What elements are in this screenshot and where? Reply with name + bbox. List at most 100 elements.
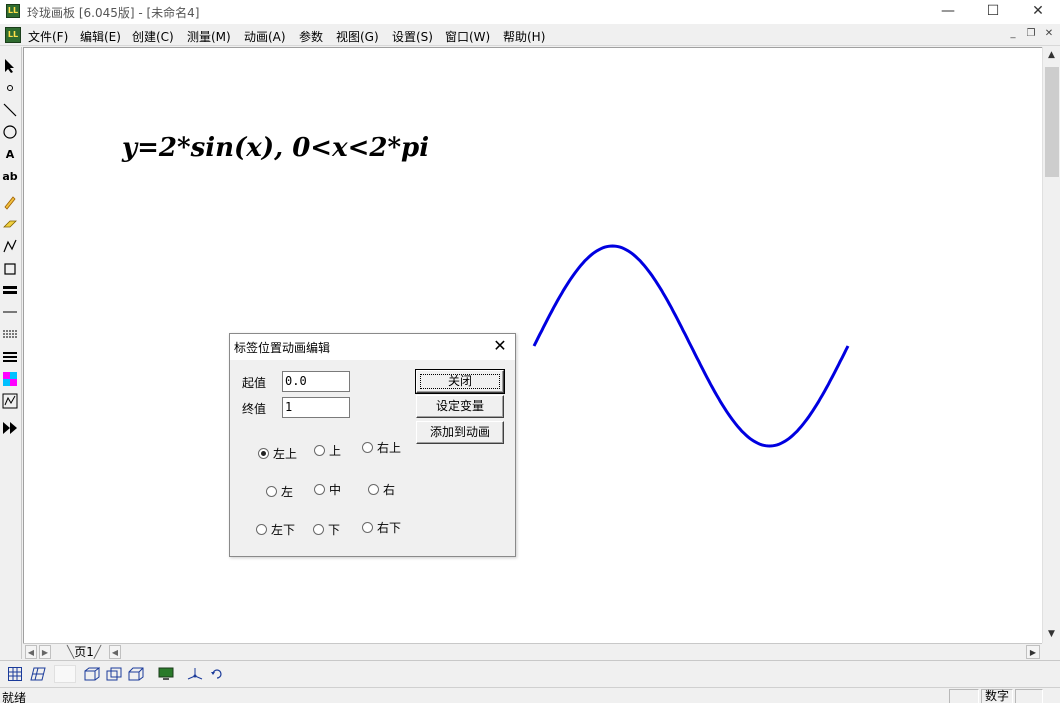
status-cell-blank xyxy=(949,689,979,703)
pencil-tool-icon[interactable] xyxy=(1,193,19,211)
left-toolbar: A ab xyxy=(0,47,22,659)
color-palette-icon[interactable] xyxy=(1,370,19,388)
grid-icon[interactable] xyxy=(6,665,24,683)
sine-curve-plot xyxy=(532,244,850,448)
menu-view[interactable]: 视图(G) xyxy=(336,28,379,45)
graph-tool-icon[interactable] xyxy=(1,392,19,410)
menu-bar: LL 文件(F) 编辑(E) 创建(C) 测量(M) 动画(A) 参数 视图(G… xyxy=(0,24,1060,46)
thick-line-icon[interactable] xyxy=(1,281,19,299)
start-value-input[interactable]: 0.0 xyxy=(282,371,350,392)
menu-settings[interactable]: 设置(S) xyxy=(392,28,433,45)
horizontal-scroll-track[interactable] xyxy=(125,645,1025,659)
radio-top-left[interactable]: 左上 xyxy=(258,445,297,462)
radio-dot xyxy=(313,524,324,535)
menu-window[interactable]: 窗口(W) xyxy=(445,28,490,45)
radio-label: 右上 xyxy=(377,441,402,455)
point-tool-icon[interactable] xyxy=(1,79,19,97)
mdi-close-button[interactable]: ✕ xyxy=(1042,28,1056,41)
radio-top[interactable]: 上 xyxy=(314,442,341,459)
eraser-tool-icon[interactable] xyxy=(1,215,19,233)
cube-front-icon[interactable] xyxy=(83,665,101,683)
status-cell-blank-2 xyxy=(1015,689,1043,703)
close-dialog-button[interactable]: 关闭 xyxy=(415,369,505,394)
page-tab-strip: ◀ ▶ ╲页1╱ ◀ ▶ xyxy=(23,643,1042,660)
bottom-toolbar xyxy=(0,660,1060,687)
text-tool-icon[interactable]: A xyxy=(1,145,19,163)
radio-dot xyxy=(314,445,325,456)
radio-right[interactable]: 右 xyxy=(368,481,395,498)
menu-help[interactable]: 帮助(H) xyxy=(503,28,545,45)
blank-toggle-icon[interactable] xyxy=(54,665,76,683)
mdi-minimize-button[interactable]: _ xyxy=(1006,28,1020,41)
display-icon[interactable] xyxy=(157,665,175,683)
dialog-title: 标签位置动画编辑 xyxy=(234,341,331,355)
app-window: LL 玲珑画板 [6.045版] - [未命名4] — ☐ ✕ LL 文件(F)… xyxy=(0,0,1060,703)
radio-label: 左上 xyxy=(273,447,298,461)
rectangle-tool-icon[interactable] xyxy=(1,260,19,278)
tab-page-1[interactable]: ╲页1╱ xyxy=(63,644,105,660)
add-to-animation-button[interactable]: 添加到动画 xyxy=(416,421,504,444)
line-tool-icon[interactable] xyxy=(1,101,19,119)
title-bar: LL 玲珑画板 [6.045版] - [未命名4] — ☐ ✕ xyxy=(0,0,1060,24)
radio-label: 左 xyxy=(281,485,294,499)
hscroll-right-arrow-icon[interactable]: ▶ xyxy=(1026,645,1040,659)
menu-file[interactable]: 文件(F) xyxy=(28,28,68,45)
radio-dot xyxy=(368,484,379,495)
scroll-up-arrow-icon[interactable]: ▲ xyxy=(1043,47,1060,64)
select-arrow-icon[interactable] xyxy=(1,57,19,75)
radio-dot xyxy=(314,484,325,495)
end-value-input[interactable]: 1 xyxy=(282,397,350,418)
maximize-button[interactable]: ☐ xyxy=(970,0,1016,24)
minimize-button[interactable]: — xyxy=(925,0,971,24)
menu-parameters[interactable]: 参数 xyxy=(299,28,323,45)
radio-label: 中 xyxy=(329,483,342,497)
set-variable-button[interactable]: 设定变量 xyxy=(416,395,504,418)
fast-forward-icon[interactable] xyxy=(1,419,19,437)
vertical-scrollbar[interactable]: ▲ ▼ xyxy=(1042,47,1060,643)
mdi-restore-button[interactable]: ❐ xyxy=(1024,28,1038,41)
hscroll-left-arrow-icon[interactable]: ◀ xyxy=(109,645,121,659)
menu-edit[interactable]: 编辑(E) xyxy=(80,28,121,45)
cube-side-icon[interactable] xyxy=(105,665,123,683)
radio-dot xyxy=(266,486,277,497)
circle-tool-icon[interactable] xyxy=(1,123,19,141)
label-position-animation-dialog: 标签位置动画编辑 ✕ 起值 0.0 终值 1 关闭 设定变量 添加到动画 左上 … xyxy=(229,333,516,557)
window-title: 玲珑画板 [6.045版] - [未命名4] xyxy=(27,6,200,20)
tab-prev-arrow-icon[interactable]: ◀ xyxy=(25,645,37,659)
tab-next-arrow-icon[interactable]: ▶ xyxy=(39,645,51,659)
axes-3d-icon[interactable] xyxy=(186,665,204,683)
thin-line-icon[interactable] xyxy=(1,303,19,321)
radio-bottom-right[interactable]: 右下 xyxy=(362,519,401,536)
polyline-tool-icon[interactable] xyxy=(1,237,19,255)
radio-top-right[interactable]: 右上 xyxy=(362,439,401,456)
radio-center[interactable]: 中 xyxy=(314,481,341,498)
cube-top-icon[interactable] xyxy=(127,665,145,683)
radio-label: 上 xyxy=(329,444,342,458)
dash-line-icon[interactable] xyxy=(1,325,19,343)
dialog-title-bar[interactable]: 标签位置动画编辑 ✕ xyxy=(230,334,515,360)
radio-bottom-left[interactable]: 左下 xyxy=(256,521,295,538)
rotate-icon[interactable] xyxy=(208,665,226,683)
radio-label: 右 xyxy=(383,483,396,497)
num-lock-indicator: 数字 xyxy=(981,689,1013,703)
status-bar: 就绪 数字 xyxy=(0,687,1060,703)
sine-curve[interactable] xyxy=(532,244,850,448)
end-value-label: 终值 xyxy=(242,402,267,416)
document-icon[interactable]: LL xyxy=(5,27,21,43)
line-style-icon[interactable] xyxy=(1,347,19,365)
menu-create[interactable]: 创建(C) xyxy=(132,28,174,45)
page-tab-label: 页1 xyxy=(74,645,94,659)
oblique-grid-icon[interactable] xyxy=(29,665,47,683)
radio-bottom[interactable]: 下 xyxy=(313,521,340,538)
dialog-close-icon[interactable]: ✕ xyxy=(491,337,509,355)
label-tool-icon[interactable]: ab xyxy=(1,167,19,185)
close-button[interactable]: ✕ xyxy=(1015,0,1060,24)
radio-dot xyxy=(362,522,373,533)
menu-measure[interactable]: 测量(M) xyxy=(187,28,231,45)
focus-ring xyxy=(420,374,500,389)
vertical-scroll-thumb[interactable] xyxy=(1045,67,1059,177)
scroll-down-arrow-icon[interactable]: ▼ xyxy=(1043,626,1060,643)
menu-animation[interactable]: 动画(A) xyxy=(244,28,286,45)
radio-left[interactable]: 左 xyxy=(266,483,293,500)
drawing-canvas[interactable]: y=2*sin(x), 0<x<2*pi xyxy=(23,47,1042,643)
